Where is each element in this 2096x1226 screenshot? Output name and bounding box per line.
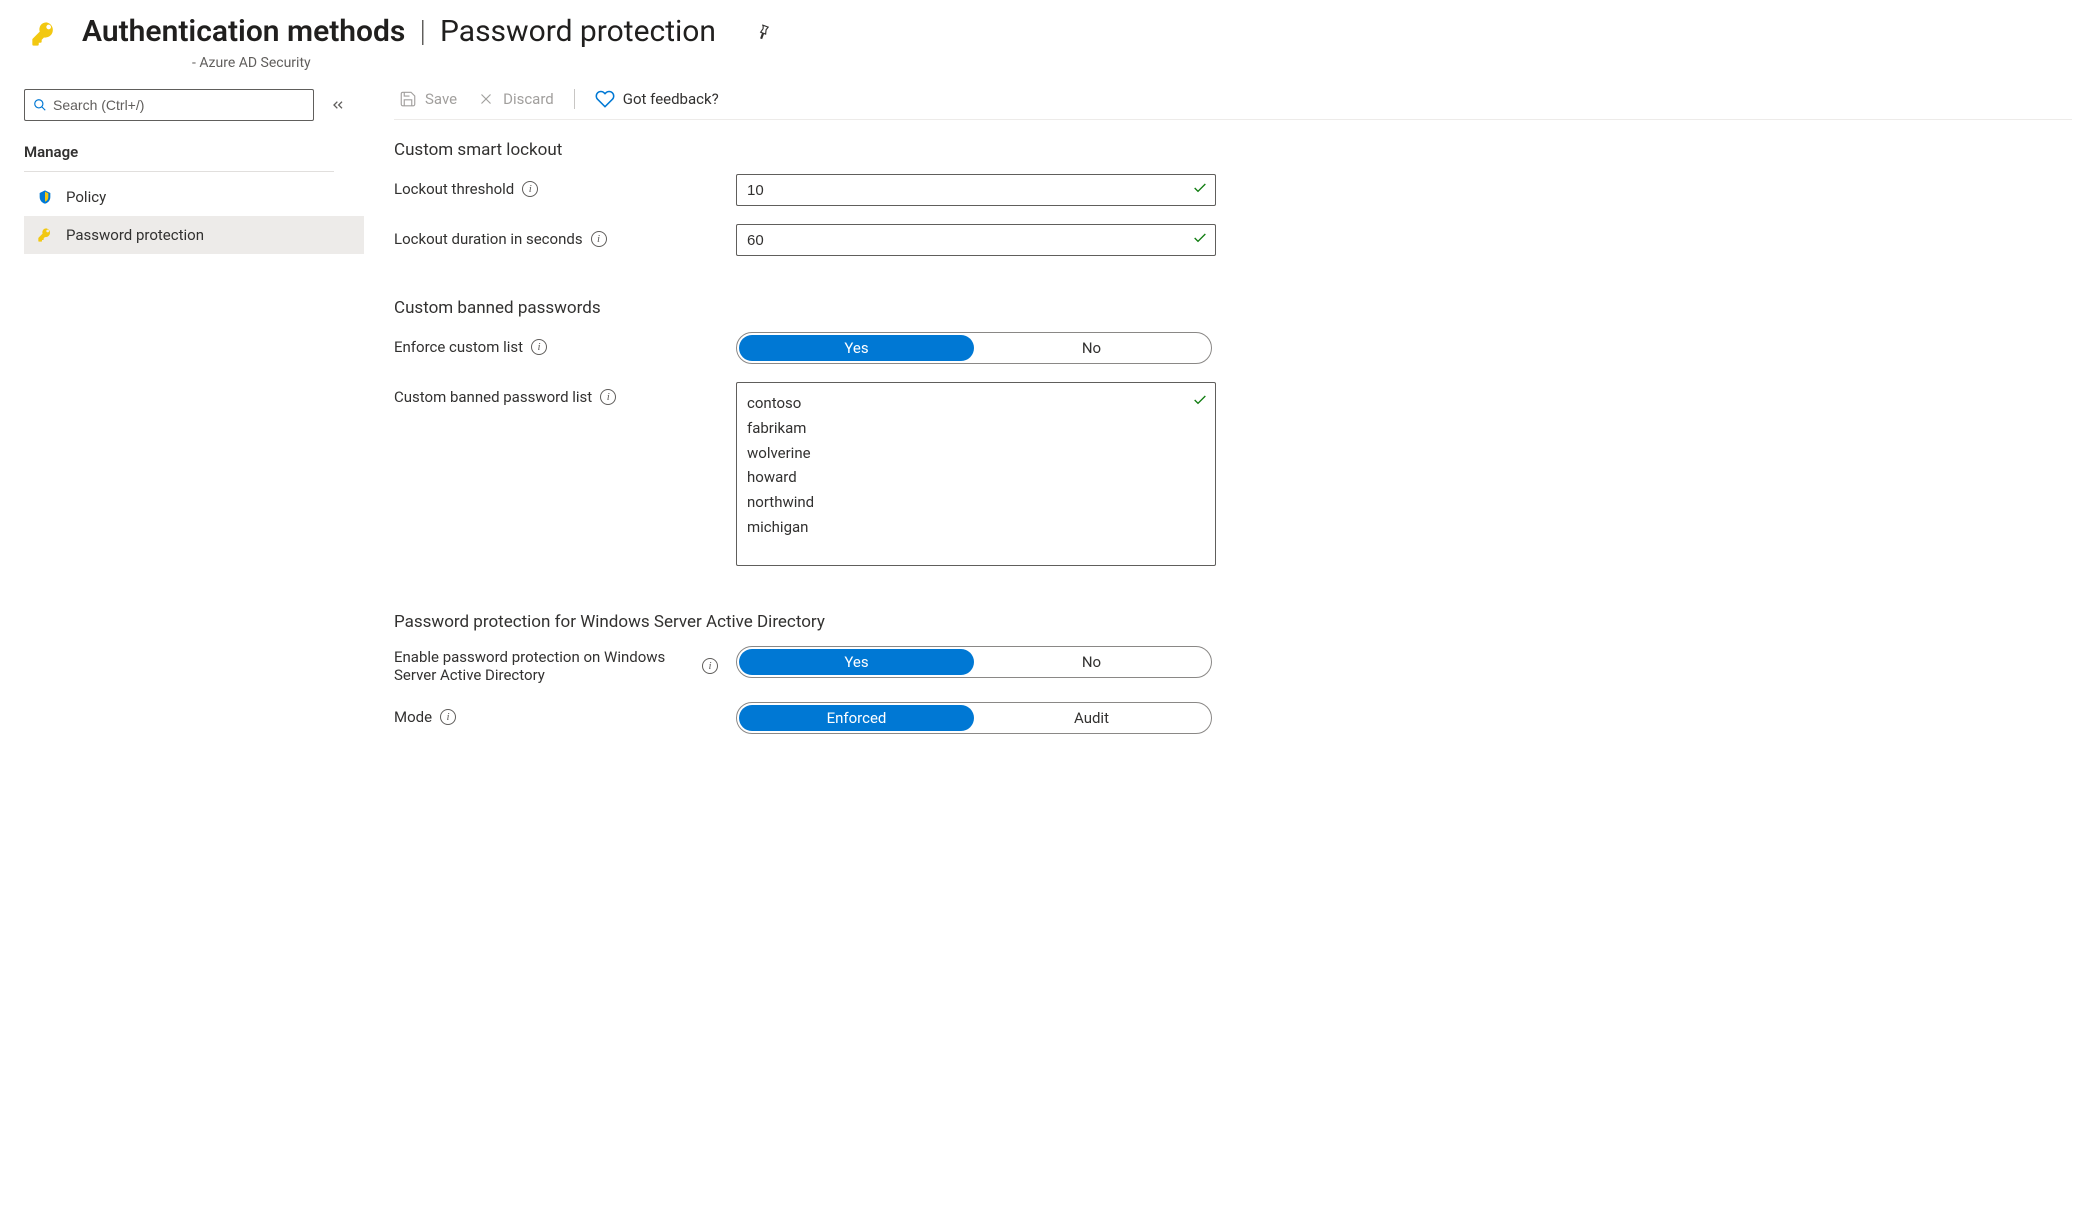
label-lockout-threshold: Lockout threshold i bbox=[394, 174, 736, 198]
toggle-option-no[interactable]: No bbox=[974, 335, 1209, 361]
label-enforce-custom-list: Enforce custom list i bbox=[394, 332, 736, 356]
feedback-button[interactable]: Got feedback? bbox=[595, 89, 719, 109]
search-icon bbox=[33, 98, 47, 112]
sidebar-divider bbox=[24, 171, 334, 172]
page-subtitle: - Azure AD Security bbox=[192, 55, 772, 71]
toggle-option-enforced[interactable]: Enforced bbox=[739, 705, 974, 731]
sidebar-item-label: Password protection bbox=[66, 226, 204, 244]
pin-button[interactable] bbox=[754, 23, 772, 41]
search-input[interactable] bbox=[53, 97, 305, 113]
key-icon bbox=[24, 14, 64, 48]
key-small-icon bbox=[36, 227, 54, 243]
label-enable-windows-server: Enable password protection on Windows Se… bbox=[394, 646, 736, 684]
info-icon[interactable]: i bbox=[531, 339, 547, 355]
banned-password-list-textarea[interactable] bbox=[736, 382, 1216, 566]
save-icon bbox=[399, 90, 417, 108]
collapse-sidebar-button[interactable] bbox=[322, 91, 354, 119]
toggle-option-yes[interactable]: Yes bbox=[739, 649, 974, 675]
section-smart-lockout: Custom smart lockout bbox=[394, 140, 2072, 160]
discard-icon bbox=[477, 90, 495, 108]
page-title: Authentication methods | Password protec… bbox=[82, 14, 772, 49]
sidebar-item-label: Policy bbox=[66, 188, 106, 206]
sidebar-item-policy[interactable]: Policy bbox=[24, 178, 364, 216]
title-main: Authentication methods bbox=[82, 14, 405, 49]
label-lockout-duration: Lockout duration in seconds i bbox=[394, 224, 736, 248]
mode-toggle[interactable]: Enforced Audit bbox=[736, 702, 1212, 734]
discard-button[interactable]: Discard bbox=[477, 90, 554, 108]
section-banned-passwords: Custom banned passwords bbox=[394, 298, 2072, 318]
info-icon[interactable]: i bbox=[600, 389, 616, 405]
info-icon[interactable]: i bbox=[591, 231, 607, 247]
sidebar-item-password-protection[interactable]: Password protection bbox=[24, 216, 364, 254]
search-input-wrap[interactable] bbox=[24, 89, 314, 121]
toolbar-separator bbox=[574, 89, 575, 109]
toggle-option-yes[interactable]: Yes bbox=[739, 335, 974, 361]
policy-icon bbox=[36, 189, 54, 205]
enable-windows-server-toggle[interactable]: Yes No bbox=[736, 646, 1212, 678]
lockout-threshold-input[interactable] bbox=[736, 174, 1216, 206]
heart-icon bbox=[595, 89, 615, 109]
info-icon[interactable]: i bbox=[522, 181, 538, 197]
save-label: Save bbox=[425, 90, 457, 108]
feedback-label: Got feedback? bbox=[623, 90, 719, 108]
section-windows-server: Password protection for Windows Server A… bbox=[394, 612, 2072, 632]
sidebar: Manage Policy Password protection bbox=[24, 89, 364, 752]
sidebar-section-manage: Manage bbox=[24, 143, 364, 161]
label-banned-password-list: Custom banned password list i bbox=[394, 382, 736, 406]
title-separator: | bbox=[415, 14, 430, 49]
info-icon[interactable]: i bbox=[702, 658, 718, 674]
lockout-duration-input[interactable] bbox=[736, 224, 1216, 256]
save-button[interactable]: Save bbox=[399, 90, 457, 108]
title-sub: Password protection bbox=[440, 14, 716, 49]
page-header: Authentication methods | Password protec… bbox=[24, 14, 2072, 71]
toggle-option-audit[interactable]: Audit bbox=[974, 705, 1209, 731]
toolbar: Save Discard Got feedback? bbox=[394, 89, 2072, 120]
enforce-custom-list-toggle[interactable]: Yes No bbox=[736, 332, 1212, 364]
label-mode: Mode i bbox=[394, 702, 736, 726]
main-panel: Save Discard Got feedback? Custom smart … bbox=[394, 89, 2072, 752]
toggle-option-no[interactable]: No bbox=[974, 649, 1209, 675]
info-icon[interactable]: i bbox=[440, 709, 456, 725]
discard-label: Discard bbox=[503, 90, 554, 108]
